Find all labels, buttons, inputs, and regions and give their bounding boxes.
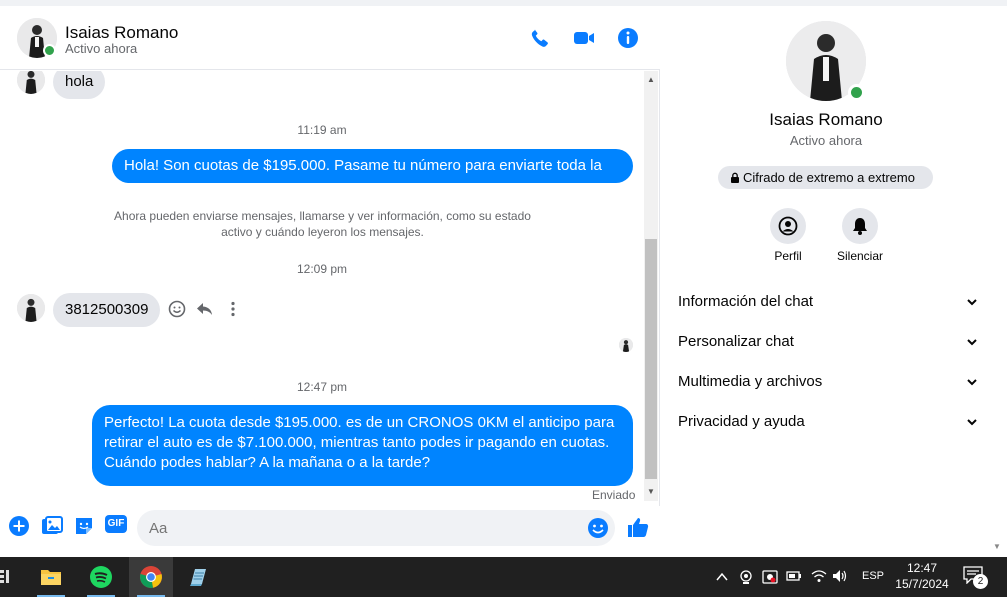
section-label: Personalizar chat <box>678 333 794 350</box>
reply-icon[interactable] <box>195 299 215 319</box>
chevron-down-icon <box>967 379 977 386</box>
tray-volume-icon[interactable] <box>832 569 848 583</box>
contact-status: Activo ahora <box>65 41 138 56</box>
seen-indicator-avatar <box>619 338 633 352</box>
lock-icon <box>731 172 739 183</box>
task-view-icon[interactable] <box>0 569 10 585</box>
phone-icon[interactable] <box>528 26 552 50</box>
messenger-window: Isaias Romano Activo ahora hola 11:19 am… <box>0 0 1007 557</box>
outgoing-message-long[interactable]: Perfecto! La cuota desde $195.000. es de… <box>92 405 633 486</box>
sticker-icon[interactable] <box>73 515 95 537</box>
section-label: Multimedia y archivos <box>678 373 823 390</box>
message-line: Perfecto! La cuota desde $195.000. es de… <box>104 414 615 431</box>
profile-button[interactable] <box>770 208 806 244</box>
contact-name[interactable]: Isaias Romano <box>65 23 178 43</box>
message-line: Cuándo podes hablar? A la mañana o a la … <box>104 454 431 471</box>
clock-time: 12:47 <box>906 561 938 575</box>
section-customize-chat[interactable]: Personalizar chat <box>678 327 978 357</box>
conversation-info-panel: Isaias Romano Activo ahora Cifrado de ex… <box>661 6 1007 557</box>
scroll-thumb[interactable] <box>645 239 657 479</box>
spotify-icon <box>90 566 112 588</box>
chat-header: Isaias Romano Activo ahora <box>0 6 660 70</box>
online-indicator <box>43 44 56 57</box>
scroll-down-arrow[interactable]: ▼ <box>646 487 656 497</box>
section-media-files[interactable]: Multimedia y archivos <box>678 367 978 397</box>
video-call-icon[interactable] <box>572 26 596 50</box>
outgoing-message[interactable]: Hola! Son cuotas de $195.000. Pasame tu … <box>112 149 633 208</box>
show-hidden-icons-chevron-up-icon[interactable] <box>716 572 728 582</box>
tray-battery-icon[interactable] <box>786 570 802 582</box>
chevron-down-icon <box>967 339 977 346</box>
taskbar-spotify[interactable] <box>79 557 123 597</box>
tray-security-icon[interactable] <box>762 569 778 585</box>
section-label: Información del chat <box>678 293 814 310</box>
file-explorer-icon <box>41 570 61 585</box>
react-emoji-icon[interactable] <box>167 299 187 319</box>
user-circle-icon <box>778 216 798 236</box>
notification-count-badge: 2 <box>973 574 988 589</box>
info-scroll-down-arrow[interactable]: ▼ <box>993 542 1001 551</box>
tray-webcam-icon[interactable] <box>739 569 753 585</box>
profile-status: Activo ahora <box>789 133 863 148</box>
clock-date: 15/7/2024 <box>895 577 949 591</box>
chat-scrollbar[interactable]: ▲ ▼ <box>644 71 658 501</box>
taskbar-file-explorer[interactable] <box>29 557 73 597</box>
system-notice-line-1: Ahora pueden enviarse mensajes, llamarse… <box>114 209 531 223</box>
tray-wifi-icon[interactable] <box>811 569 827 583</box>
scroll-up-arrow[interactable]: ▲ <box>646 75 656 85</box>
emoji-icon[interactable] <box>587 517 609 539</box>
taskbar-notes[interactable] <box>176 557 220 597</box>
profile-name: Isaias Romano <box>769 110 883 129</box>
timestamp: 12:47 pm <box>296 380 348 394</box>
like-icon[interactable] <box>626 515 650 539</box>
chat-panel: Isaias Romano Activo ahora hola 11:19 am… <box>0 6 660 557</box>
timestamp: 11:19 am <box>297 123 347 137</box>
taskbar-chrome[interactable] <box>129 557 173 597</box>
mute-button-label: Silenciar <box>836 249 884 263</box>
gif-icon[interactable]: GIF <box>105 515 127 533</box>
mute-button[interactable] <box>842 208 878 244</box>
incoming-message[interactable]: hola <box>53 71 106 99</box>
profile-button-label: Perfil <box>774 249 802 263</box>
chevron-down-icon <box>967 299 977 306</box>
message-input[interactable] <box>149 510 579 546</box>
message-composer: GIF <box>0 506 660 557</box>
timestamp: 12:09 pm <box>296 262 348 276</box>
message-line: retirar el auto es de $7.100.000, mientr… <box>104 434 610 451</box>
tray-language[interactable]: ESP <box>862 570 884 582</box>
notification-center-button[interactable]: 2 <box>963 566 989 589</box>
message-list[interactable]: hola 11:19 am Hola! Son cuotas de $195.0… <box>0 71 644 501</box>
incoming-message[interactable]: 3812500309 <box>53 293 161 327</box>
taskbar-clock[interactable]: 12:47 15/7/2024 <box>890 560 954 592</box>
encryption-badge[interactable]: Cifrado de extremo a extremo <box>718 166 933 189</box>
sent-status: Enviado <box>592 488 636 502</box>
section-privacy-help[interactable]: Privacidad y ayuda <box>678 407 978 437</box>
info-icon[interactable] <box>616 26 640 50</box>
chevron-down-icon <box>967 419 977 426</box>
section-chat-info[interactable]: Información del chat <box>678 287 978 317</box>
encryption-label: Cifrado de extremo a extremo <box>743 170 915 185</box>
system-notice-line-2: activo y cuándo leyeron los mensajes. <box>221 225 424 239</box>
plus-icon[interactable] <box>8 515 30 537</box>
chrome-icon <box>140 566 162 588</box>
sender-avatar[interactable] <box>17 294 45 322</box>
notes-icon <box>190 569 206 586</box>
bell-icon <box>853 218 867 235</box>
more-options-icon[interactable] <box>223 299 243 319</box>
message-input-container[interactable] <box>137 510 615 546</box>
photo-icon[interactable] <box>41 515 63 537</box>
windows-taskbar: ESP 12:47 15/7/2024 2 <box>0 557 1007 597</box>
online-indicator <box>848 84 865 101</box>
sender-avatar[interactable] <box>17 71 45 94</box>
section-label: Privacidad y ayuda <box>678 413 805 430</box>
